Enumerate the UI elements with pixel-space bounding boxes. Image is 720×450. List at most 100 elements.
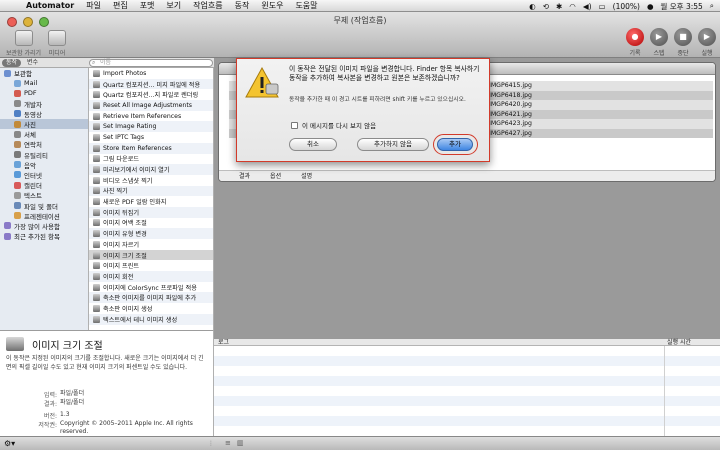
tab-options[interactable]: 옵션 — [270, 171, 281, 181]
media-button[interactable]: 미디어 — [48, 30, 66, 57]
action-item[interactable]: Set IPTC Tags — [89, 132, 213, 143]
list-view-icon[interactable]: ≡ — [225, 439, 231, 447]
search-icon: ⌕ — [92, 59, 96, 66]
action-item[interactable]: 미리보기에서 이미지 열기 — [89, 164, 213, 175]
step-button[interactable]: ▶ 스텝 — [648, 28, 670, 57]
run-button[interactable]: ▶ 실행 — [696, 28, 718, 57]
battery-icon[interactable]: ▭ — [599, 2, 606, 11]
action-item[interactable]: Store Item References — [89, 142, 213, 154]
category-item[interactable]: 파일 및 폴더 — [0, 200, 88, 211]
duration-column-header[interactable]: 실행 시간 — [667, 339, 691, 346]
action-item[interactable]: Reset All Image Adjustments — [89, 100, 213, 111]
stop-button[interactable]: ■ 중단 — [672, 28, 694, 57]
menu-view[interactable]: 보기 — [160, 0, 187, 11]
menu-action[interactable]: 동작 — [229, 0, 256, 11]
action-item[interactable]: 축소판 이미지를 이미지 파일에 추가 — [89, 292, 213, 304]
record-button[interactable]: ● 기록 — [624, 28, 646, 57]
tab-actions[interactable]: 동작 — [2, 59, 22, 67]
spotlight-icon[interactable]: ⌕ — [710, 1, 714, 11]
library-action-list: Import Photos Quartz 컴포지션... 미지 파일에 적용 Qua… — [89, 68, 214, 330]
action-item[interactable]: 축소판 이미지 생성 — [89, 303, 213, 314]
menu-window[interactable]: 윈도우 — [255, 0, 289, 11]
action-item[interactable]: Import Photos — [89, 68, 213, 79]
library-search-input[interactable]: ⌕ 이름 — [89, 59, 213, 67]
status-icon[interactable]: ◐ — [529, 2, 536, 11]
action-item[interactable]: 이미지에 ColorSync 프로파일 적용 — [89, 282, 213, 293]
action-item[interactable]: 이미지 프린트 — [89, 260, 213, 271]
action-item[interactable]: 사진 찍기 — [89, 185, 213, 197]
action-item[interactable]: 이미지 유형 변경 — [89, 228, 213, 239]
action-item[interactable]: Set Image Rating — [89, 121, 213, 133]
category-item[interactable]: 캘린더 — [0, 180, 88, 190]
hide-library-button[interactable]: 보관함 가리기 — [6, 30, 41, 57]
action-item[interactable]: 새로운 PDF 일람 인화지 — [89, 196, 213, 207]
action-item[interactable]: Retrieve Item References — [89, 111, 213, 122]
category-icon — [14, 89, 21, 97]
dont-add-button[interactable]: 추가하지 않음 — [357, 138, 429, 151]
suppress-checkbox[interactable]: 이 메시지를 다시 보지 않음 — [291, 120, 376, 130]
action-item-icon — [93, 272, 100, 280]
wifi-icon[interactable]: ◠ — [569, 2, 576, 11]
volume-icon[interactable]: ◀) — [583, 2, 592, 11]
category-item[interactable]: 가장 많이 사용함 — [0, 221, 88, 231]
action-item[interactable]: 비디오 스냅샷 찍기 — [89, 175, 213, 186]
category-label: 개발자 — [24, 100, 42, 109]
category-item[interactable]: Mail — [0, 78, 88, 88]
action-item-icon — [93, 69, 100, 77]
category-icon — [14, 120, 21, 128]
action-item-label: 이미지에 ColorSync 프로파일 적용 — [103, 284, 197, 292]
category-item[interactable]: 유틸리티 — [0, 150, 88, 160]
action-item[interactable]: 이미지 크기 조절 — [89, 249, 213, 261]
action-item-icon — [93, 230, 100, 238]
category-item[interactable]: PDF — [0, 88, 88, 98]
action-item[interactable]: 이미지 여백 조절 — [89, 218, 213, 229]
category-item[interactable]: 개발자 — [0, 99, 88, 109]
category-label: 사진 — [24, 121, 36, 130]
time-machine-icon[interactable]: ⟲ — [543, 2, 549, 11]
category-label: 가장 많이 사용함 — [14, 222, 60, 231]
menu-file[interactable]: 파일 — [80, 0, 107, 11]
tab-description[interactable]: 설명 — [301, 171, 312, 181]
menu-extras: ◐ ⟲ ✱ ◠ ◀) ▭ (100%) ● 월 오후 3:55 ⌕ — [529, 0, 714, 12]
action-item[interactable]: 이미지 회전 — [89, 271, 213, 282]
category-item[interactable]: 프레젠테이션 — [0, 211, 88, 221]
category-icon — [14, 79, 21, 87]
action-item-label: Set IPTC Tags — [103, 133, 145, 141]
bluetooth-icon[interactable]: ✱ — [556, 2, 562, 11]
category-item[interactable]: 최근 추가된 항목 — [0, 231, 88, 241]
tab-results[interactable]: 결과 — [239, 171, 250, 181]
action-item-icon — [93, 251, 100, 259]
input-source-icon[interactable]: ● — [647, 2, 654, 11]
menu-edit[interactable]: 편집 — [107, 0, 134, 11]
tab-variables[interactable]: 변수 — [23, 59, 42, 67]
splitter-handle-icon[interactable]: ⋮ — [208, 440, 214, 447]
menu-format[interactable]: 포맷 — [134, 0, 161, 11]
category-item[interactable]: 연락처 — [0, 139, 88, 149]
columns-view-icon[interactable]: ▥ — [237, 439, 244, 447]
log-column-header[interactable]: 로그 — [218, 339, 229, 346]
action-item-icon — [93, 155, 100, 163]
action-item[interactable]: Quartz 컴포지션...지 파일로 렌더링 — [89, 89, 213, 100]
category-item[interactable]: 서체 — [0, 129, 88, 139]
action-item[interactable]: Quartz 컴포지션... 미지 파일에 적용 — [89, 78, 213, 90]
action-item[interactable]: 그림 다운로드 — [89, 154, 213, 165]
category-item[interactable]: 텍스트 — [0, 190, 88, 200]
action-item[interactable]: 텍스트에서 테니 이미지 생성 — [89, 313, 213, 325]
category-item[interactable]: 보관함 — [0, 68, 88, 78]
category-item[interactable]: 동영상 — [0, 109, 88, 119]
category-item[interactable]: 사진 — [0, 118, 88, 130]
category-item[interactable]: 음악 — [0, 160, 88, 170]
menu-workflow[interactable]: 작업흐름 — [187, 0, 228, 11]
menu-clock[interactable]: 월 오후 3:55 — [660, 1, 702, 12]
action-item[interactable]: 이미지 뒤집기 — [89, 206, 213, 218]
menu-help[interactable]: 도움말 — [289, 0, 323, 11]
menu-app-name[interactable]: Automator — [20, 1, 80, 10]
action-item-label: Set Image Rating — [103, 123, 157, 131]
action-item[interactable]: 이미지 자르기 — [89, 239, 213, 250]
action-item-icon — [93, 208, 100, 216]
meta-copyright: 저작권: Copyright © 2005–2011 Apple Inc. Al… — [38, 420, 193, 435]
gear-icon[interactable]: ⚙▾ — [4, 439, 15, 448]
checkbox-icon[interactable] — [291, 121, 298, 129]
cancel-button[interactable]: 취소 — [289, 138, 337, 151]
category-item[interactable]: 인터넷 — [0, 170, 88, 180]
